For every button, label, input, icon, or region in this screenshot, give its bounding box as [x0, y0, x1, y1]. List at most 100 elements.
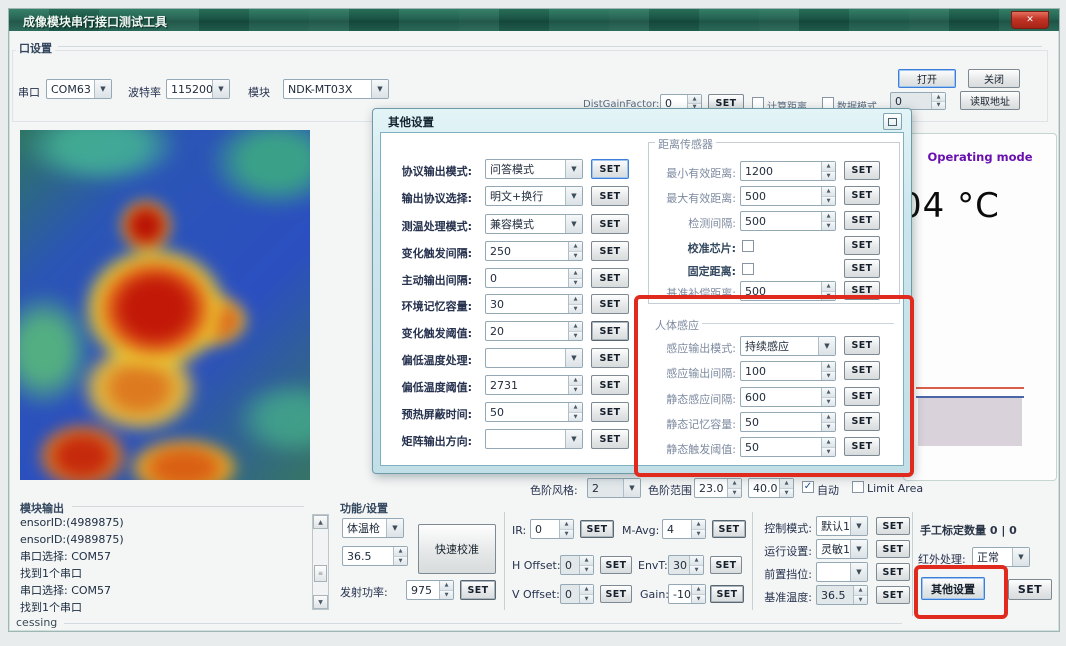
close-port-button[interactable]: 关闭 — [968, 69, 1020, 88]
calibration-chip-checkbox[interactable] — [742, 240, 754, 252]
scale-style-select[interactable]: 2 — [587, 478, 641, 498]
log-output[interactable]: ensorID:(4989875) ensorID:(4989875) 串口选择… — [20, 514, 124, 616]
scale-max-spinner[interactable]: 40.0 — [748, 478, 794, 498]
low-temp-process-select[interactable] — [485, 348, 583, 368]
envt-spinner[interactable]: 30 — [668, 555, 704, 575]
run-setting-set-button[interactable]: SET — [876, 540, 910, 558]
set-button[interactable]: SET — [591, 214, 629, 234]
static-sense-interval-spinner[interactable]: 600 — [740, 387, 836, 407]
spinner-arrows-icon[interactable] — [821, 212, 835, 230]
ir-set-button[interactable]: SET — [580, 520, 614, 538]
warmup-shield-time-spinner[interactable]: 50 — [485, 402, 583, 422]
temp-process-mode-select[interactable]: 兼容模式 — [485, 214, 583, 234]
detect-interval-spinner[interactable]: 500 — [740, 211, 836, 231]
base-offset-distance-spinner[interactable]: 500 — [740, 281, 836, 301]
manual-set-button[interactable]: SET — [1008, 579, 1052, 600]
set-button[interactable]: SET — [591, 241, 629, 261]
set-button[interactable]: SET — [844, 186, 880, 205]
change-trigger-threshold-spinner[interactable]: 20 — [485, 321, 583, 341]
emission-power-spinner[interactable]: 975 — [406, 580, 454, 600]
scale-min-spinner[interactable]: 23.0 — [694, 478, 742, 498]
set-button[interactable]: SET — [844, 161, 880, 180]
spinner-arrows-icon[interactable] — [821, 388, 835, 406]
ctrl-mode-select[interactable]: 默认1 — [816, 516, 868, 536]
mavg-spinner[interactable]: 4 — [662, 519, 706, 539]
set-button[interactable]: SET — [591, 348, 629, 368]
spinner-arrows-icon[interactable] — [691, 520, 705, 538]
protocol-output-mode-select[interactable]: 问答模式 — [485, 159, 583, 179]
spinner-arrows-icon[interactable] — [931, 93, 945, 109]
spinner-arrows-icon[interactable] — [568, 322, 582, 340]
spinner-arrows-icon[interactable] — [568, 269, 582, 287]
set-button[interactable]: SET — [844, 412, 880, 431]
base-temp-set-button[interactable]: SET — [876, 586, 910, 604]
output-protocol-select[interactable]: 明文+换行 — [485, 186, 583, 206]
gain-spinner[interactable]: -10 — [668, 584, 706, 604]
ir-process-select[interactable]: 正常 — [972, 547, 1030, 567]
quick-calibration-button[interactable]: 快速校准 — [418, 524, 496, 574]
set-button[interactable]: SET — [591, 159, 629, 179]
emission-power-set-button[interactable]: SET — [460, 580, 496, 600]
sense-output-mode-select[interactable]: 持续感应 — [740, 336, 836, 356]
spinner-arrows-icon[interactable] — [821, 413, 835, 431]
gain-set-button[interactable]: SET — [710, 585, 744, 603]
spinner-arrows-icon[interactable] — [821, 282, 835, 300]
spinner-arrows-icon[interactable] — [568, 242, 582, 260]
set-button[interactable]: SET — [844, 259, 880, 278]
static-memory-spinner[interactable]: 50 — [740, 412, 836, 432]
module-select[interactable]: NDK-MT03X — [283, 79, 389, 99]
spinner-arrows-icon[interactable] — [439, 581, 453, 599]
spinner-arrows-icon[interactable] — [821, 187, 835, 205]
spinner-arrows-icon[interactable] — [853, 586, 867, 604]
scroll-down-icon[interactable]: ▼ — [313, 595, 328, 609]
open-port-button[interactable]: 打开 — [898, 69, 956, 88]
set-button[interactable]: SET — [844, 387, 880, 406]
env-memory-spinner[interactable]: 30 — [485, 294, 583, 314]
spinner-arrows-icon[interactable] — [779, 479, 793, 497]
spinner-arrows-icon[interactable] — [727, 479, 741, 497]
scroll-up-icon[interactable]: ▲ — [313, 515, 328, 529]
set-button[interactable]: SET — [844, 236, 880, 255]
envt-set-button[interactable]: SET — [710, 556, 742, 574]
ir-spinner[interactable]: 0 — [530, 519, 574, 539]
active-output-interval-spinner[interactable]: 0 — [485, 268, 583, 288]
low-temp-threshold-spinner[interactable]: 2731 — [485, 375, 583, 395]
hoffset-spinner[interactable]: 0 — [560, 555, 594, 575]
spinner-arrows-icon[interactable] — [821, 362, 835, 380]
max-distance-spinner[interactable]: 500 — [740, 186, 836, 206]
vertical-scrollbar[interactable]: ▲ ≡ ▼ — [312, 514, 329, 610]
set-button[interactable]: SET — [591, 321, 629, 341]
set-button[interactable]: SET — [591, 402, 629, 422]
spinner-arrows-icon[interactable] — [821, 438, 835, 456]
hoffset-set-button[interactable]: SET — [600, 556, 632, 574]
set-button[interactable]: SET — [591, 186, 629, 206]
set-button[interactable]: SET — [844, 361, 880, 380]
spinner-arrows-icon[interactable] — [393, 547, 407, 565]
port-select[interactable]: COM63 — [46, 79, 112, 99]
spinner-arrows-icon[interactable] — [559, 520, 573, 538]
limit-area-checkbox[interactable] — [852, 481, 864, 493]
other-settings-button[interactable]: 其他设置 — [921, 577, 985, 600]
func-mode-select[interactable]: 体温枪 — [342, 518, 404, 538]
ctrl-mode-set-button[interactable]: SET — [876, 517, 910, 535]
matrix-output-direction-select[interactable] — [485, 429, 583, 449]
front-gear-select[interactable] — [816, 562, 868, 582]
spinner-arrows-icon[interactable] — [821, 162, 835, 180]
front-gear-set-button[interactable]: SET — [876, 563, 910, 581]
auto-scale-checkbox[interactable] — [802, 481, 814, 493]
spinner-arrows-icon[interactable] — [568, 376, 582, 394]
dialog-restore-icon[interactable] — [883, 113, 902, 130]
spinner-arrows-icon[interactable] — [568, 295, 582, 313]
sense-output-interval-spinner[interactable]: 100 — [740, 361, 836, 381]
spinner-arrows-icon[interactable] — [568, 403, 582, 421]
close-icon[interactable]: ✕ — [1011, 11, 1049, 29]
set-button[interactable]: SET — [591, 375, 629, 395]
spinner-arrows-icon[interactable] — [579, 556, 593, 574]
mavg-set-button[interactable]: SET — [712, 520, 746, 538]
set-button[interactable]: SET — [844, 211, 880, 230]
run-setting-select[interactable]: 灵敏1 — [816, 539, 868, 559]
min-distance-spinner[interactable]: 1200 — [740, 161, 836, 181]
change-trigger-interval-spinner[interactable]: 250 — [485, 241, 583, 261]
base-temp-spinner[interactable]: 36.5 — [816, 585, 868, 605]
voffset-set-button[interactable]: SET — [600, 585, 632, 603]
